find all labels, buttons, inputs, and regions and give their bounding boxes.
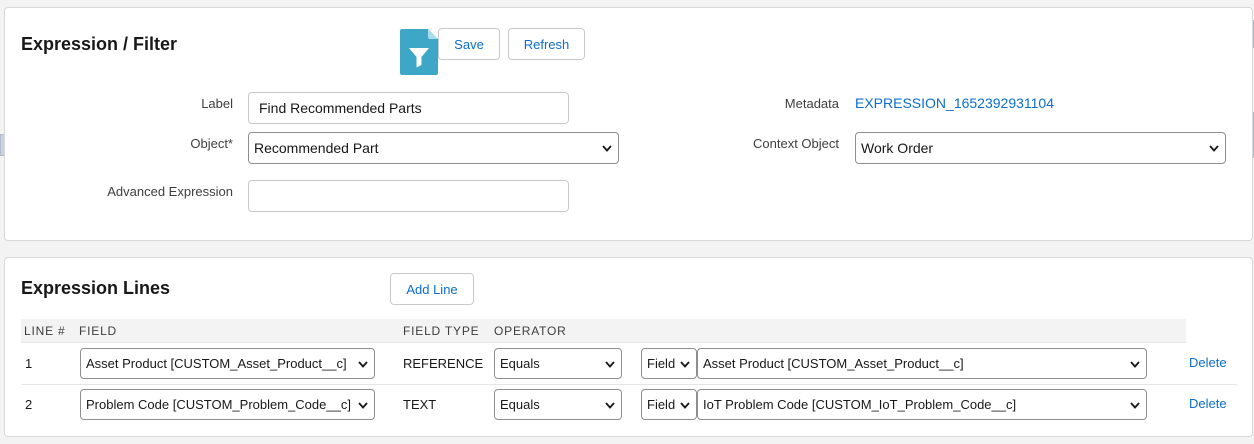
chevron-down-icon xyxy=(358,360,368,368)
filter-file-icon xyxy=(400,29,438,75)
table-header: LINE # FIELD FIELD TYPE OPERATOR xyxy=(21,319,1186,343)
chevron-down-icon xyxy=(605,401,615,409)
operator-select-value: Equals xyxy=(500,356,540,371)
value-select[interactable]: Asset Product [CUSTOM_Asset_Product__c] xyxy=(697,348,1147,379)
column-header-field: FIELD xyxy=(79,324,118,338)
advanced-expression-input[interactable] xyxy=(248,180,569,212)
expression-lines-card: Expression Lines Add Line LINE # FIELD F… xyxy=(4,257,1253,437)
context-object-caption: Context Object xyxy=(753,136,839,151)
operator-select[interactable]: Equals xyxy=(494,348,622,379)
operator-select[interactable]: Equals xyxy=(494,389,622,420)
chevron-down-icon xyxy=(358,401,368,409)
value-type-select-value: Field xyxy=(647,356,676,371)
add-line-button[interactable]: Add Line xyxy=(390,273,474,305)
chevron-down-icon xyxy=(680,360,690,368)
context-object-select[interactable]: Work Order xyxy=(855,132,1226,164)
object-select[interactable]: Recommended Part xyxy=(248,132,619,164)
field-type: REFERENCE xyxy=(403,356,484,371)
field-select-value: Asset Product [CUSTOM_Asset_Product__c] xyxy=(86,356,347,371)
value-select-value: Asset Product [CUSTOM_Asset_Product__c] xyxy=(703,356,964,371)
save-button[interactable]: Save xyxy=(438,28,500,60)
label-input[interactable]: Find Recommended Parts xyxy=(248,92,569,124)
column-header-field-type: FIELD TYPE xyxy=(403,324,480,338)
value-select-value: IoT Problem Code [CUSTOM_IoT_Problem_Cod… xyxy=(703,397,1017,412)
filter-card-title: Expression / Filter xyxy=(21,34,178,54)
delete-line-link[interactable]: Delete xyxy=(1189,355,1227,370)
expression-filter-card: Expression / Filter Save Refresh Label F… xyxy=(4,7,1253,241)
field-select-value: Problem Code [CUSTOM_Problem_Code__c] xyxy=(86,397,351,412)
value-type-select[interactable]: Field xyxy=(641,389,697,420)
value-select[interactable]: IoT Problem Code [CUSTOM_IoT_Problem_Cod… xyxy=(697,389,1147,420)
lines-card-title: Expression Lines xyxy=(21,278,171,298)
chevron-down-icon xyxy=(1130,401,1140,409)
field-select[interactable]: Asset Product [CUSTOM_Asset_Product__c] xyxy=(80,348,375,379)
metadata-caption: Metadata xyxy=(784,96,839,111)
label-caption: Label xyxy=(201,96,233,111)
chevron-down-icon xyxy=(1209,145,1219,152)
chevron-down-icon xyxy=(680,401,690,409)
chevron-down-icon xyxy=(602,145,612,152)
line-number: 2 xyxy=(25,397,33,412)
field-select[interactable]: Problem Code [CUSTOM_Problem_Code__c] xyxy=(80,389,375,420)
context-object-select-value: Work Order xyxy=(861,140,934,156)
value-type-select-value: Field xyxy=(647,397,676,412)
row-divider xyxy=(21,384,1237,385)
line-number: 1 xyxy=(25,356,33,371)
delete-line-link[interactable]: Delete xyxy=(1189,396,1227,411)
refresh-button[interactable]: Refresh xyxy=(508,28,585,60)
chevron-down-icon xyxy=(605,360,615,368)
column-header-line: LINE # xyxy=(24,324,66,338)
object-caption: Object* xyxy=(190,136,233,151)
metadata-link[interactable]: EXPRESSION_1652392931104 xyxy=(855,95,1054,111)
field-type: TEXT xyxy=(403,397,437,412)
value-type-select[interactable]: Field xyxy=(641,348,697,379)
object-select-value: Recommended Part xyxy=(254,140,379,156)
advanced-expression-caption: Advanced Expression xyxy=(107,184,233,199)
chevron-down-icon xyxy=(1130,360,1140,368)
column-header-operator: OPERATOR xyxy=(494,324,567,338)
operator-select-value: Equals xyxy=(500,397,540,412)
